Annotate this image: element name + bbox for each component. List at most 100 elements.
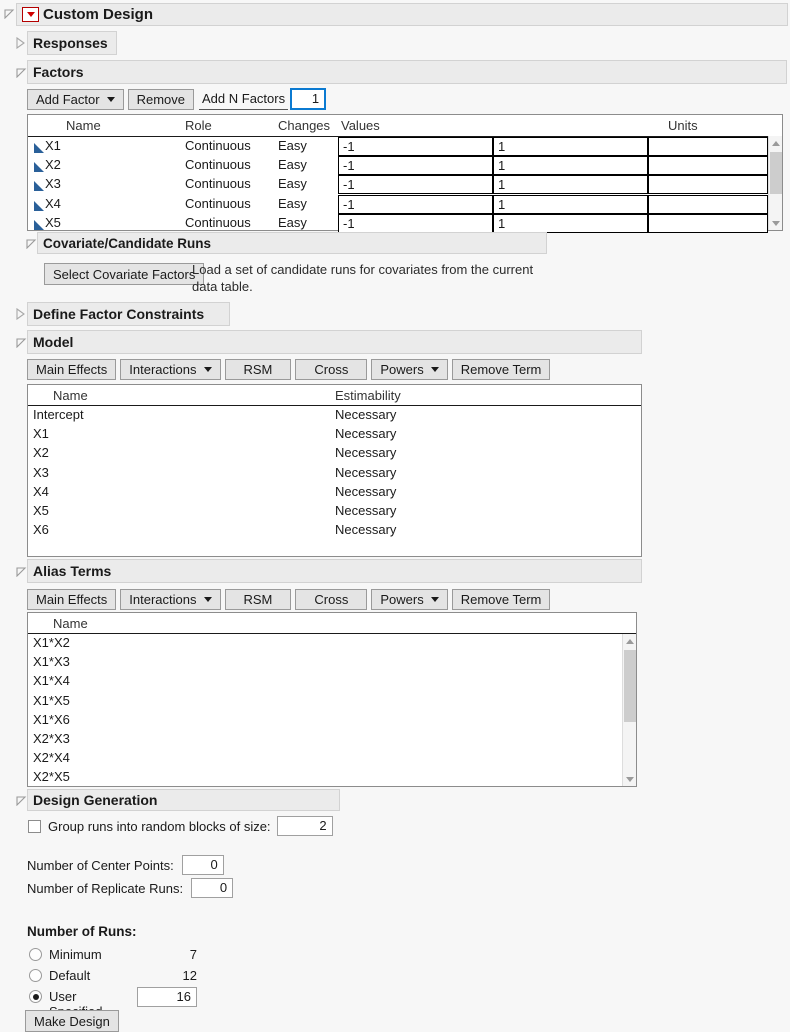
table-row[interactable]: X2 Continuous Easy -1 1 <box>28 156 782 176</box>
list-item[interactable]: X2*X5 <box>28 768 636 787</box>
factor-changes[interactable]: Easy <box>278 215 307 230</box>
disclosure-triangle-factors[interactable] <box>15 66 27 81</box>
disclosure-triangle-design-generation[interactable] <box>15 794 27 809</box>
factor-units[interactable] <box>648 175 768 195</box>
table-row[interactable]: X1 Continuous Easy -1 1 <box>28 137 782 156</box>
group-runs-checkbox[interactable] <box>28 819 41 833</box>
add-n-factors-input[interactable]: 1 <box>290 88 327 110</box>
alias-scrollbar[interactable] <box>622 634 636 786</box>
table-row[interactable]: X4 Continuous Easy -1 1 <box>28 194 782 214</box>
factor-role[interactable]: Continuous <box>185 196 251 211</box>
model-main-effects-button[interactable]: Main Effects <box>27 359 117 380</box>
alias-interactions-button[interactable]: Interactions <box>120 589 221 610</box>
radio-minimum[interactable] <box>29 948 42 961</box>
add-n-factors-label[interactable]: Add N Factors <box>199 89 289 110</box>
factor-value-high[interactable]: 1 <box>493 175 648 195</box>
list-item[interactable]: X1*X3 <box>28 653 636 672</box>
model-term-estimability[interactable]: Necessary <box>335 522 396 537</box>
disclosure-triangle-covariate[interactable] <box>25 237 37 252</box>
factor-units[interactable] <box>648 213 768 233</box>
center-points-input[interactable]: 0 <box>181 855 224 875</box>
factor-value-low[interactable]: -1 <box>338 175 493 195</box>
disclosure-triangle-custom-design[interactable] <box>3 7 15 22</box>
table-row[interactable]: X1 Necessary <box>28 425 641 444</box>
factor-role[interactable]: Continuous <box>185 157 251 172</box>
model-term-estimability[interactable]: Necessary <box>335 445 396 460</box>
disclosure-triangle-alias[interactable] <box>15 565 27 580</box>
factor-value-low[interactable]: -1 <box>338 194 493 214</box>
factor-value-low[interactable]: -1 <box>338 213 493 233</box>
list-item[interactable]: X1*X2 <box>28 634 636 653</box>
list-item[interactable]: X1*X6 <box>28 711 636 730</box>
alias-rsm-button[interactable]: RSM <box>224 589 292 610</box>
disclosure-triangle-responses[interactable] <box>15 36 26 52</box>
table-row[interactable]: X2 Necessary <box>28 444 641 463</box>
constraints-header-bar[interactable]: Define Factor Constraints <box>27 302 230 326</box>
model-term-estimability[interactable]: Necessary <box>335 484 396 499</box>
list-item[interactable]: X2*X3 <box>28 730 636 749</box>
group-runs-size-input[interactable]: 2 <box>276 816 333 836</box>
factor-units[interactable] <box>648 137 768 156</box>
alias-powers-button[interactable]: Powers <box>371 589 448 610</box>
continuous-factor-icon <box>33 218 44 233</box>
factor-value-high[interactable]: 1 <box>493 194 648 214</box>
model-term-estimability[interactable]: Necessary <box>335 503 396 518</box>
factor-value-high[interactable]: 1 <box>493 213 648 233</box>
factor-value-high[interactable]: 1 <box>493 137 648 156</box>
factor-role[interactable]: Continuous <box>185 176 251 191</box>
factor-value-low[interactable]: -1 <box>338 156 493 176</box>
factors-scrollbar[interactable] <box>768 136 782 230</box>
radio-user-specified[interactable] <box>29 990 42 1003</box>
factor-role[interactable]: Continuous <box>185 138 251 153</box>
disclosure-triangle-model[interactable] <box>15 336 27 351</box>
table-row[interactable]: X6 Necessary <box>28 521 641 540</box>
model-interactions-button[interactable]: Interactions <box>120 359 221 380</box>
table-row[interactable]: X3 Necessary <box>28 464 641 483</box>
user-specified-runs-input[interactable]: 16 <box>137 987 197 1007</box>
table-row[interactable]: Intercept Necessary <box>28 406 641 425</box>
alias-main-effects-button[interactable]: Main Effects <box>27 589 117 610</box>
alias-term-name: X1*X3 <box>33 654 70 670</box>
model-powers-button[interactable]: Powers <box>371 359 448 380</box>
factors-scroll-thumb[interactable] <box>770 152 782 194</box>
factor-value-high[interactable]: 1 <box>493 156 648 176</box>
make-design-button[interactable]: Make Design <box>25 1010 119 1032</box>
alias-remove-term-button[interactable]: Remove Term <box>451 589 551 610</box>
scroll-down-icon[interactable] <box>623 772 637 786</box>
factor-role[interactable]: Continuous <box>185 215 251 230</box>
scroll-up-icon[interactable] <box>623 634 637 648</box>
responses-header-bar[interactable]: Responses <box>27 31 117 55</box>
model-term-estimability[interactable]: Necessary <box>335 465 396 480</box>
disclosure-triangle-constraints[interactable] <box>15 307 26 323</box>
factor-units[interactable] <box>648 194 768 214</box>
scroll-up-icon[interactable] <box>769 136 783 150</box>
replicate-runs-input[interactable]: 0 <box>191 878 234 898</box>
model-cross-button[interactable]: Cross <box>295 359 368 380</box>
model-term-estimability[interactable]: Necessary <box>335 407 396 422</box>
radio-default[interactable] <box>29 969 42 982</box>
scroll-down-icon[interactable] <box>769 216 783 230</box>
table-row[interactable]: X3 Continuous Easy -1 1 <box>28 175 782 195</box>
add-factor-button[interactable]: Add Factor <box>27 88 124 110</box>
alias-cross-button[interactable]: Cross <box>295 589 368 610</box>
alias-scroll-thumb[interactable] <box>624 650 636 722</box>
list-item[interactable]: X1*X5 <box>28 692 636 711</box>
factor-changes[interactable]: Easy <box>278 176 307 191</box>
model-remove-term-button[interactable]: Remove Term <box>451 359 551 380</box>
list-item[interactable]: X2*X4 <box>28 749 636 768</box>
model-term-estimability[interactable]: Necessary <box>335 426 396 441</box>
list-item[interactable]: X1*X4 <box>28 672 636 691</box>
table-row[interactable]: X4 Necessary <box>28 483 641 502</box>
factor-changes[interactable]: Easy <box>278 196 307 211</box>
run-option-value: 12 <box>182 968 197 983</box>
model-rsm-button[interactable]: RSM <box>224 359 292 380</box>
select-covariate-factors-button[interactable]: Select Covariate Factors <box>44 263 205 285</box>
factor-changes[interactable]: Easy <box>278 157 307 172</box>
factor-value-low[interactable]: -1 <box>338 137 493 156</box>
table-row[interactable]: X5 Continuous Easy -1 1 <box>28 213 782 233</box>
factor-units[interactable] <box>648 156 768 176</box>
table-row[interactable]: X5 Necessary <box>28 502 641 521</box>
remove-factor-button[interactable]: Remove <box>127 88 195 110</box>
red-triangle-menu-icon[interactable] <box>22 7 39 22</box>
factor-changes[interactable]: Easy <box>278 138 307 153</box>
